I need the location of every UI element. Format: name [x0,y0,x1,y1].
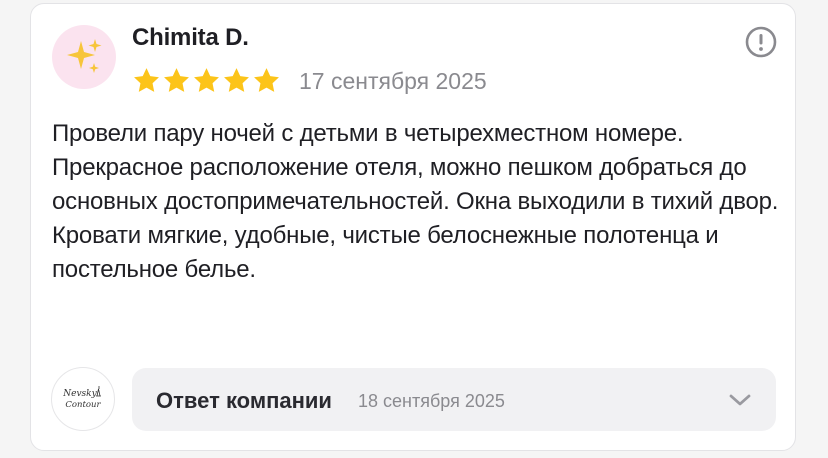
star-icon [254,68,279,92]
reviewer-name[interactable]: Chimita D. [132,24,249,52]
sparkles-icon [67,39,102,73]
company-reply-date: 18 сентября 2025 [358,391,505,411]
review-card: Chimita D. 17 сентября 2025 Провели пару… [30,3,796,451]
rating-stars [132,66,281,95]
report-review-button[interactable] [744,25,778,59]
review-date: 17 сентября 2025 [299,68,487,94]
star-icon [164,68,189,92]
company-logo[interactable]: Nevsky Contour [51,367,115,431]
star-icon [224,68,249,92]
svg-text:Nevsky: Nevsky [62,389,97,399]
review-text: Провели пару ночей с детьми в четырехмес… [52,120,779,283]
star-icon [194,68,219,92]
nevsky-contour-logo: Nevsky Contour [62,386,102,410]
reviewer-avatar[interactable] [52,25,116,89]
company-reply-toggle[interactable]: Ответ компании 18 сентября 2025 [132,368,776,431]
exclamation-circle-icon [745,26,777,58]
svg-text:Contour: Contour [65,400,101,410]
star-icon [134,68,159,92]
company-reply-label: Ответ компании [156,388,332,413]
chevron-down-icon [729,394,751,406]
